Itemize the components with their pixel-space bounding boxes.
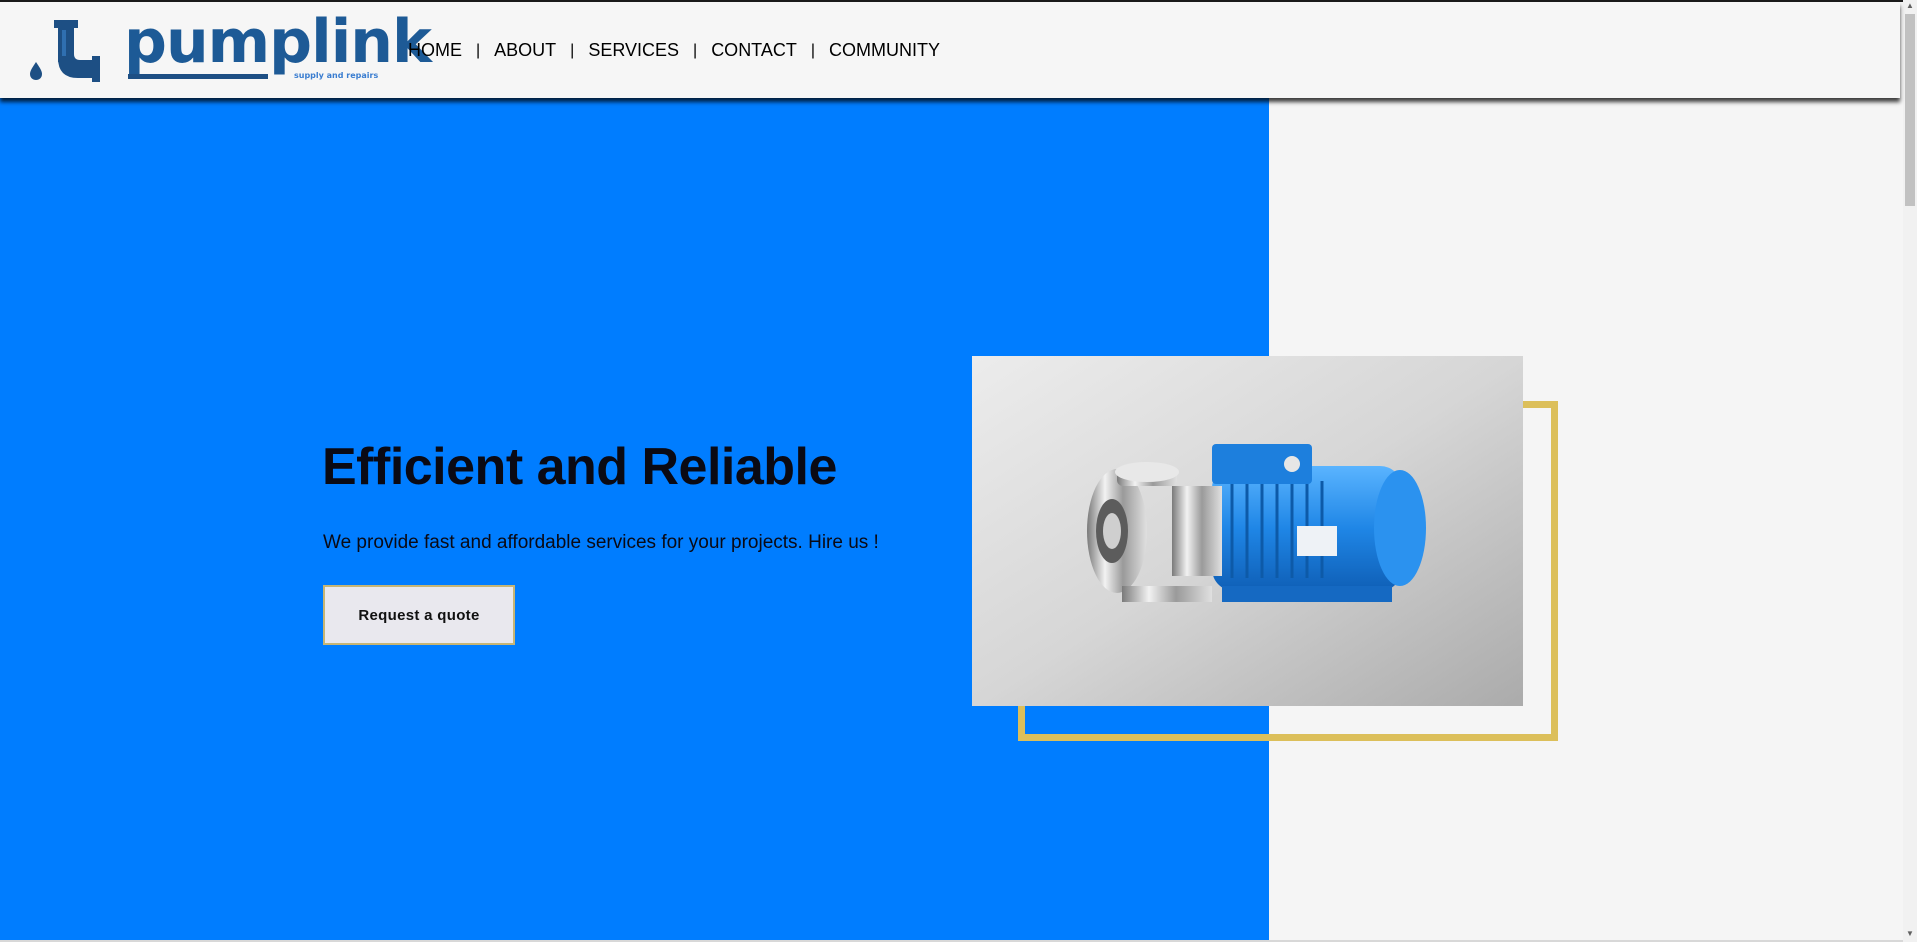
scroll-down-icon[interactable]: ▼ [1906,930,1914,938]
logo-underline [128,74,268,79]
main-nav: HOME | ABOUT | SERVICES | CONTACT | COMM… [408,40,940,61]
page: pumplink supply and repairs HOME | ABOUT… [0,0,1917,942]
request-quote-button[interactable]: Request a quote [323,585,515,645]
nav-home[interactable]: HOME [408,40,462,61]
nav-separator: | [810,41,816,59]
nav-separator: | [570,41,575,59]
vertical-scrollbar[interactable]: ▲ ▼ [1903,0,1917,942]
nav-separator: | [693,41,698,59]
logo-wordmark: pumplink [124,7,432,77]
nav-separator: | [476,41,481,59]
nav-services[interactable]: SERVICES [588,40,679,61]
scroll-up-icon[interactable]: ▲ [1906,2,1914,10]
centrifugal-pump-image [972,356,1523,706]
hero-subtitle: We provide fast and affordable services … [323,532,879,553]
nav-community[interactable]: COMMUNITY [829,40,940,61]
hero-title: Efficient and Reliable [322,438,837,496]
nav-about[interactable]: ABOUT [494,40,556,61]
pipe-drop-icon [30,20,100,82]
logo-tagline: supply and repairs [294,71,379,80]
site-logo[interactable]: pumplink supply and repairs [28,12,432,86]
site-header: pumplink supply and repairs HOME | ABOUT… [0,2,1900,98]
scrollbar-thumb[interactable] [1905,14,1915,206]
nav-contact[interactable]: CONTACT [711,40,797,61]
